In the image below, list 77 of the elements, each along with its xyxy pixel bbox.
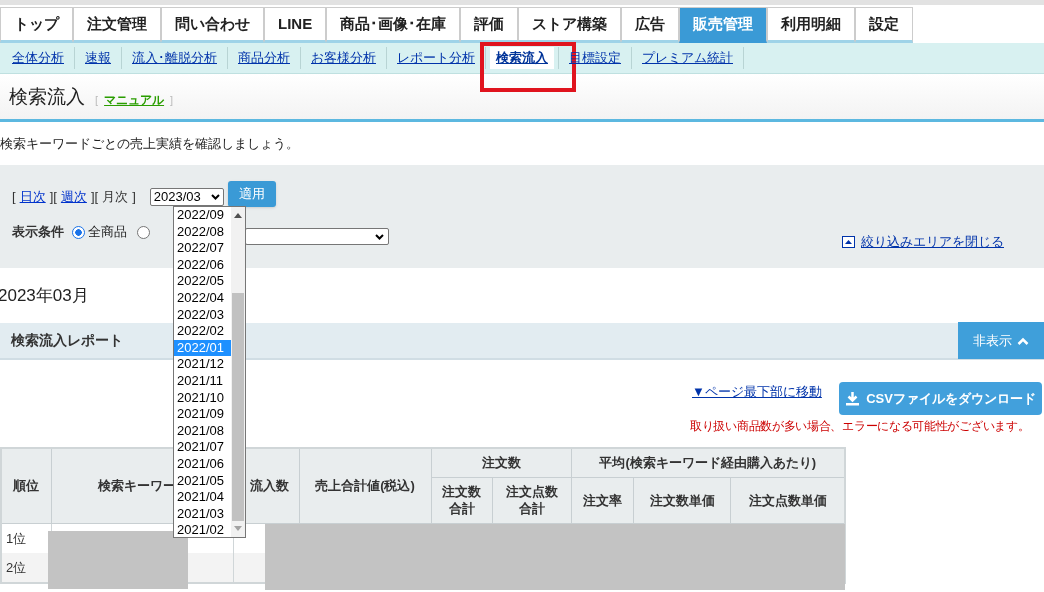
category-select[interactable] [245, 228, 389, 245]
column-header: 注文数単価 [649, 491, 715, 509]
dropdown-option[interactable]: 2022/08 [174, 223, 231, 241]
column-header: 注文点数単価 [748, 491, 827, 509]
column-header: 売上合計値(税込) [299, 448, 431, 523]
scrollbar[interactable] [231, 207, 245, 537]
nav-tab[interactable]: トップ [0, 7, 73, 43]
radio-label: 全商品 [88, 223, 127, 242]
radio-button[interactable] [137, 225, 150, 239]
subnav-link[interactable]: お客様分析 [305, 47, 382, 69]
dropdown-option[interactable]: 2021/10 [174, 389, 231, 407]
chevron-down-icon [210, 194, 220, 200]
dropdown-option[interactable]: 2022/06 [174, 256, 231, 274]
subnav-link[interactable]: プレミアム統計 [636, 47, 739, 69]
dropdown-option[interactable]: 2022/03 [174, 306, 231, 324]
subnav-link[interactable]: 流入･離脱分析 [126, 47, 223, 69]
dropdown-option[interactable]: 2022/04 [174, 289, 231, 307]
subnav-link[interactable]: 検索流入 [490, 47, 554, 69]
page-title: 検索流入 [9, 84, 85, 109]
rank-cell: 2位 [1, 553, 51, 583]
dropdown-option[interactable]: 2022/09 [174, 207, 231, 224]
rank-cell: 1位 [1, 523, 51, 553]
nav-tab[interactable]: 評価 [460, 7, 519, 43]
page-bottom-link[interactable]: ▼ページ最下部に移動 [692, 382, 822, 402]
period-label: 月次 [102, 188, 129, 207]
subnav-link[interactable]: レポート分析 [391, 47, 481, 69]
bracket-mark: [ [53, 188, 57, 207]
bracket-mark: ] [170, 92, 174, 108]
dropdown-option[interactable]: 2021/02 [174, 522, 231, 537]
download-icon [845, 391, 861, 406]
close-filter-link[interactable]: 絞り込みエリアを閉じる [861, 232, 1004, 252]
month-select[interactable]: 2023/03 [149, 188, 224, 206]
chevron-up-icon [1017, 336, 1029, 345]
bracket-mark: [ [94, 188, 99, 207]
bracket-mark: [ [95, 92, 99, 108]
column-header: 順位 [1, 448, 51, 523]
nav-tab[interactable]: 問い合わせ [161, 7, 264, 43]
nav-tab[interactable]: 広告 [621, 7, 680, 43]
dropdown-option[interactable]: 2021/06 [174, 455, 231, 473]
bracket-mark: ] [132, 188, 136, 207]
nav-tab[interactable]: ストア構築 [518, 7, 622, 43]
collapse-up-icon [842, 235, 855, 248]
dropdown-option[interactable]: 2021/09 [174, 406, 231, 423]
dropdown-option[interactable]: 2021/03 [174, 505, 231, 523]
nav-tab[interactable]: LINE [264, 7, 327, 43]
dropdown-option[interactable]: 2022/02 [174, 323, 231, 340]
column-header: 注文点数合計 [505, 483, 559, 517]
report-title: 検索流入レポート [11, 331, 123, 350]
bracket-mark: ] [49, 188, 54, 207]
bracket-mark: ] [90, 188, 95, 207]
nav-tab[interactable]: 商品･画像･在庫 [326, 7, 461, 43]
nav-tab[interactable]: 設定 [855, 7, 914, 43]
column-header: 注文数 [431, 448, 572, 477]
description-text: 検索キーワードごとの売上実績を確認しましょう。 [0, 134, 299, 153]
subnav-link[interactable]: 商品分析 [232, 47, 296, 69]
radio-button[interactable] [72, 225, 85, 239]
condition-label: 表示条件 [12, 223, 64, 242]
period-link[interactable]: 日次 [19, 187, 46, 207]
dropdown-option[interactable]: 2021/11 [174, 372, 231, 390]
column-header: 平均(検索キーワード経由購入あたり) [571, 448, 845, 477]
dropdown-option[interactable]: 2022/07 [174, 240, 231, 257]
dropdown-option[interactable]: 2021/04 [174, 489, 231, 506]
error-note: 取り扱い商品数が多い場合、エラーになる可能性がございます。 [690, 418, 1030, 435]
nav-tab[interactable]: 注文管理 [73, 7, 161, 43]
chevron-down-icon [375, 233, 384, 240]
subnav-link[interactable]: 速報 [79, 47, 117, 69]
dropdown-option[interactable]: 2021/05 [174, 472, 231, 490]
bracket-mark: [ [12, 188, 16, 207]
subnav-link[interactable]: 全体分析 [6, 47, 70, 69]
nav-tab[interactable]: 利用明細 [767, 7, 856, 43]
dropdown-option[interactable]: 2022/05 [174, 273, 231, 290]
dropdown-option[interactable]: 2021/08 [174, 422, 231, 440]
column-header: 注文数合計 [441, 483, 483, 517]
column-header: 注文率 [582, 491, 622, 509]
scroll-up-icon[interactable] [234, 213, 242, 218]
period-link[interactable]: 週次 [60, 187, 87, 207]
dropdown-option[interactable]: 2021/12 [174, 356, 231, 373]
